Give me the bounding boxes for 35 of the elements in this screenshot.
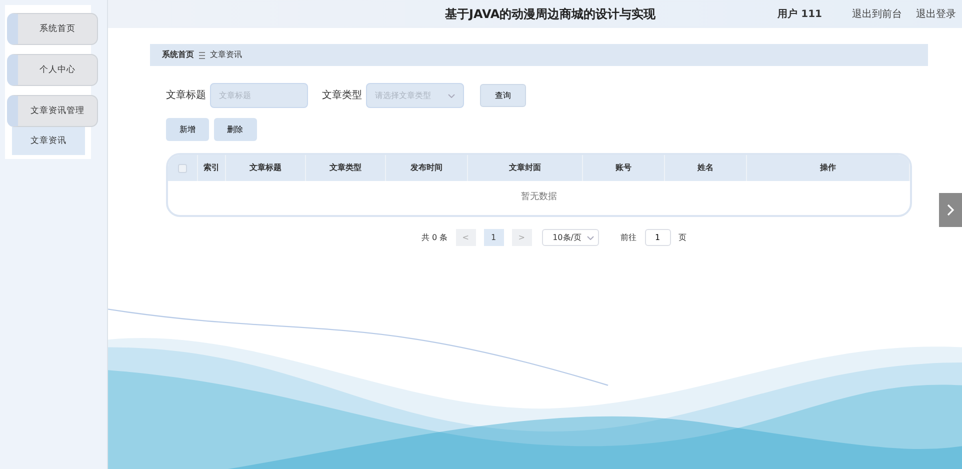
empty-message: 暂无数据 <box>521 191 557 204</box>
page-size-select[interactable]: 10条/页 <box>542 229 599 246</box>
goto-label: 前往 <box>620 232 637 244</box>
chevron-right-icon[interactable] <box>939 193 962 227</box>
header-link[interactable]: 退出到前台 <box>852 6 902 22</box>
column-header: 操作 <box>747 155 910 181</box>
page-unit-label: 页 <box>678 232 687 244</box>
caret-icon <box>586 236 594 240</box>
column-header: 账号 <box>583 155 665 181</box>
field-label: 文章类型 <box>322 88 362 103</box>
user-label: 用户 111 <box>778 7 822 22</box>
app-title: 基于JAVA的动漫周边商城的设计与实现 <box>445 6 657 23</box>
breadcrumb-item[interactable]: 系统首页 <box>162 49 194 61</box>
menu-item[interactable]: 系统首页 <box>7 13 98 45</box>
column-header: 文章封面 <box>468 155 583 181</box>
total-count: 共 0 条 <box>421 232 448 244</box>
page-input[interactable]: 1 <box>644 229 671 246</box>
column-header: 发布时间 <box>386 155 468 181</box>
select-all-checkbox[interactable] <box>178 164 187 172</box>
submenu-item[interactable]: 文章资讯 <box>12 127 85 155</box>
header-link[interactable]: 退出登录 <box>916 6 956 22</box>
action-button[interactable]: 新增 <box>166 118 209 141</box>
column-header: 文章标题 <box>226 155 306 181</box>
column-header: 索引 <box>198 155 226 181</box>
menu-item[interactable]: 文章资讯管理 <box>7 95 98 127</box>
action-button[interactable]: 删除 <box>214 118 256 141</box>
column-header: 文章类型 <box>306 155 386 181</box>
separator-icon <box>199 52 205 58</box>
menu-item[interactable]: 个人中心 <box>7 54 98 86</box>
page-button[interactable]: 1 <box>484 229 504 246</box>
caret-icon <box>448 94 455 98</box>
breadcrumb-item: 文章资讯 <box>210 49 242 61</box>
search-button[interactable]: 查询 <box>480 84 526 107</box>
field-label: 文章标题 <box>166 88 206 103</box>
column-header: 姓名 <box>665 155 747 181</box>
